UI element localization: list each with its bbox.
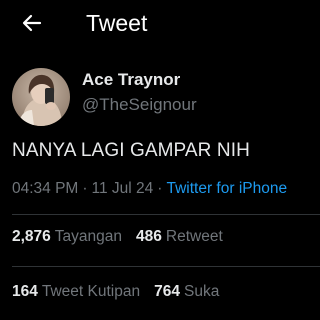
quotes-stat[interactable]: 164 Tweet Kutipan [12,281,140,303]
profile-photo [12,68,70,126]
tweet-source-link[interactable]: Twitter for iPhone [166,180,287,197]
user-handle[interactable]: @TheSeignour [82,94,197,116]
views-count: 2,876 [12,228,51,245]
retweets-label: Retweet [165,228,223,245]
likes-count: 764 [154,283,180,300]
quotes-count: 164 [12,283,38,300]
likes-stat[interactable]: 764 Suka [154,281,219,303]
back-button[interactable] [20,11,44,35]
stats-row-views-retweets: 2,876 Tayangan 486 Retweet [12,226,237,248]
stats-row-quotes-likes: 164 Tweet Kutipan 764 Suka [12,281,233,303]
tweet-meta: 04:34 PM · 11 Jul 24 · Twitter for iPhone [12,178,287,200]
meta-separator: · [82,180,88,197]
divider [12,266,320,267]
display-name[interactable]: Ace Traynor [82,69,180,91]
tweet-date: 11 Jul 24 [91,180,154,197]
retweets-count: 486 [136,228,162,245]
retweets-stat[interactable]: 486 Retweet [136,226,223,248]
likes-label: Suka [183,283,220,300]
top-bar: Tweet [0,0,320,46]
divider [12,214,320,215]
meta-separator: · [157,180,163,197]
avatar[interactable] [12,68,70,126]
views-label: Tayangan [54,228,123,245]
quotes-label: Tweet Kutipan [41,283,141,300]
arrow-left-icon [22,14,42,32]
views-stat[interactable]: 2,876 Tayangan [12,226,122,248]
tweet-time: 04:34 PM [12,180,79,197]
tweet-text: NANYA LAGI GAMPAR NIH [12,140,250,161]
page-title: Tweet [86,10,148,36]
